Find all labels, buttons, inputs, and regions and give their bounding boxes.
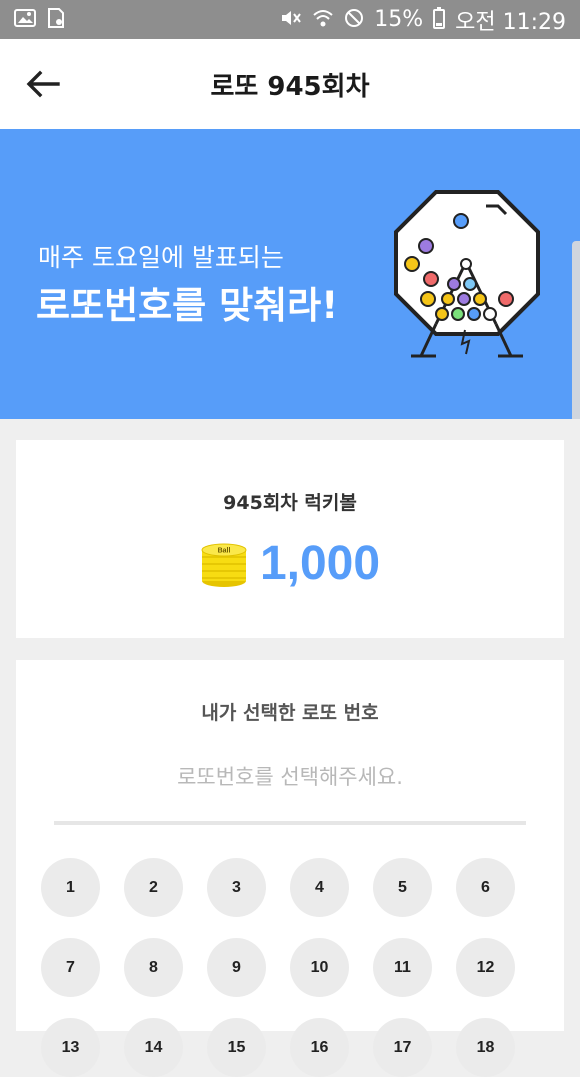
lucky-ball-title: 945회차 럭키볼 [223,492,357,514]
coin-label: Ball [218,547,231,554]
lucky-ball-amount: 1,000 [259,537,381,590]
number-ball[interactable]: 17 [373,1018,432,1077]
divider [54,821,526,825]
number-ball[interactable]: 5 [373,858,432,917]
clock: 오전 11:29 [455,9,566,35]
number-ball[interactable]: 14 [124,1018,183,1077]
page-title: 로또 945회차 [210,71,370,102]
number-ball[interactable]: 6 [456,858,515,917]
selected-numbers-placeholder: 로또번호를 선택해주세요. [177,765,403,789]
scrollbar[interactable] [572,241,580,419]
app-bar: 로또 945회차 [0,39,580,129]
number-ball[interactable]: 9 [207,938,266,997]
lucky-ball-card: 945회차 럭키볼 Ball 1,000 [16,440,564,638]
number-ball[interactable]: 16 [290,1018,349,1077]
number-ball[interactable]: 3 [207,858,266,917]
number-ball[interactable]: 7 [41,938,100,997]
number-ball[interactable]: 11 [373,938,432,997]
number-ball[interactable]: 12 [456,938,515,997]
battery-percent: 15% [374,7,424,32]
sd-card-icon [46,7,66,32]
number-ball[interactable]: 15 [207,1018,266,1077]
no-disturb-icon [344,8,364,32]
number-ball[interactable]: 1 [41,858,100,917]
mute-icon [280,8,302,32]
lucky-ball-amount-row: Ball 1,000 [16,536,564,591]
number-picker-card: 내가 선택한 로또 번호 로또번호를 선택해주세요. 1 2 3 4 5 6 7 8 9 10 11… [16,660,564,1077]
lotto-machine-icon [394,190,540,358]
banner-title: 로또번호를 맞춰라! [36,284,339,327]
status-bar: 15% 오전 11:29 [0,0,580,39]
number-ball[interactable]: 4 [290,858,349,917]
coin-stack-icon: Ball [201,543,247,587]
number-ball[interactable]: 10 [290,938,349,997]
number-ball[interactable]: 18 [456,1018,515,1077]
image-icon [14,8,36,32]
wifi-icon [312,8,334,32]
banner-subtitle: 매주 토요일에 발표되는 [38,243,284,272]
number-ball[interactable]: 2 [124,858,183,917]
number-ball[interactable]: 13 [41,1018,100,1077]
promo-banner: 매주 토요일에 발표되는 로또번호를 맞춰라! [0,129,580,419]
number-ball[interactable]: 8 [124,938,183,997]
arrow-left-icon[interactable] [24,68,62,100]
picker-title: 내가 선택한 로또 번호 [201,702,379,724]
battery-icon [433,6,446,33]
